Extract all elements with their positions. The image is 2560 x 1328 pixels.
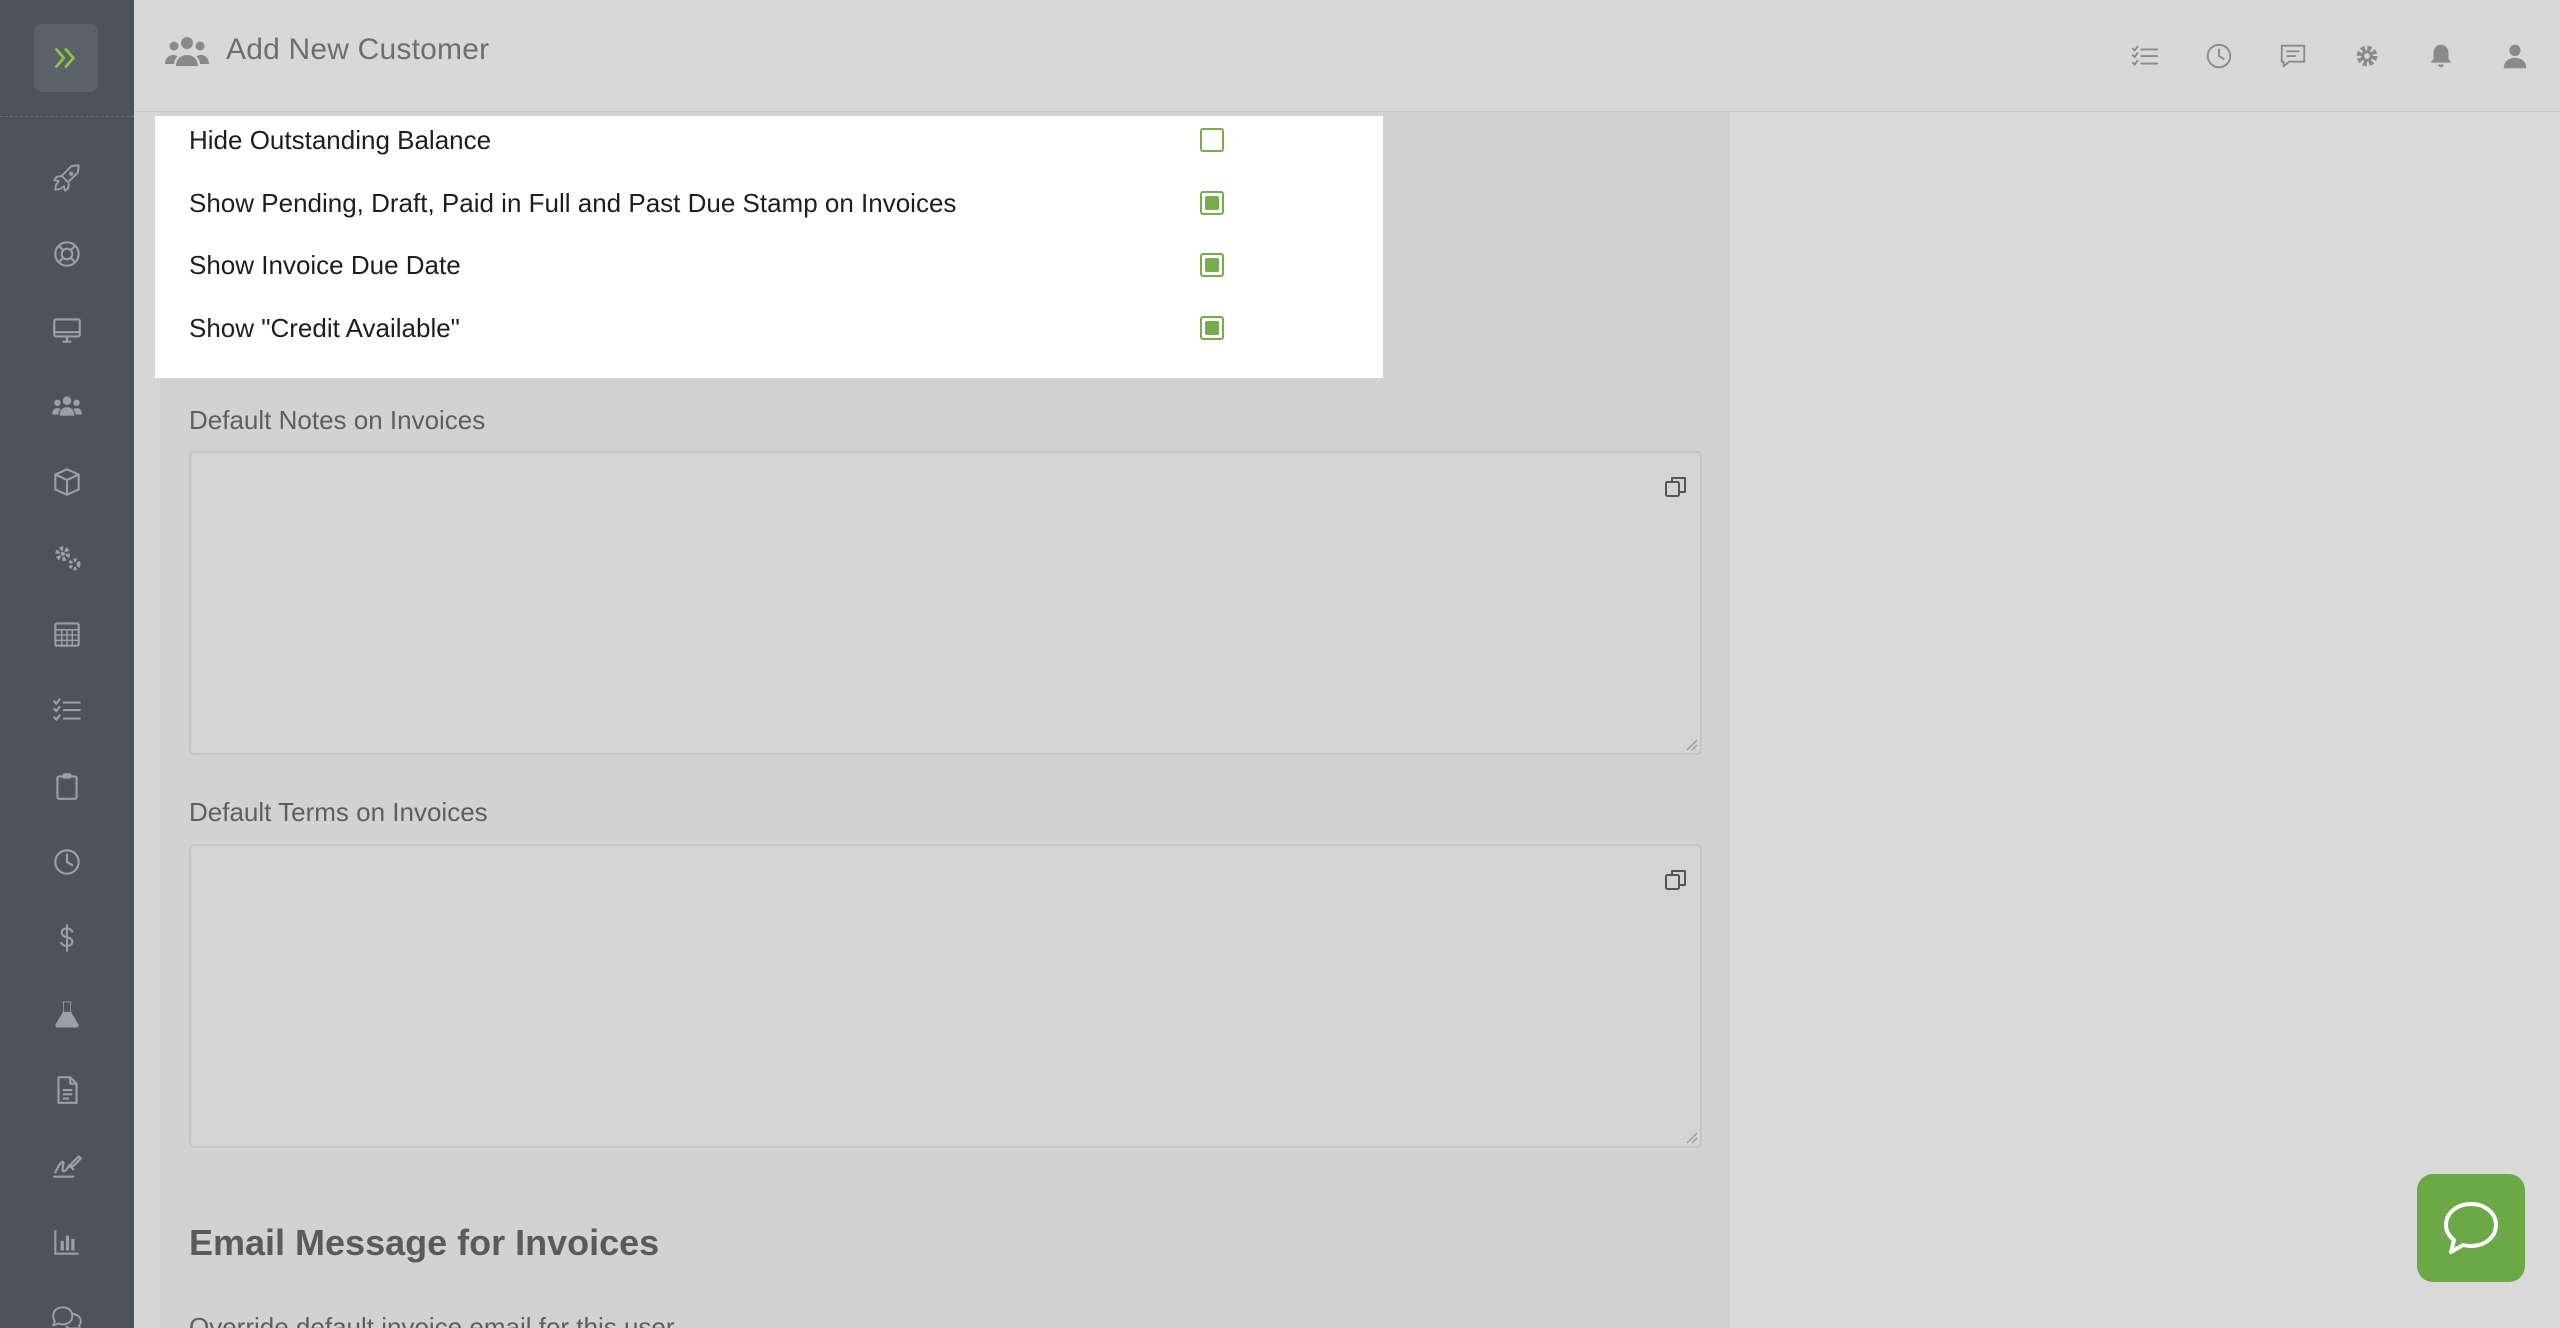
default-notes-textarea[interactable]: [189, 451, 1702, 755]
option-label: Show Pending, Draft, Paid in Full and Pa…: [189, 187, 957, 218]
sidebar-item-chat[interactable]: [0, 1280, 134, 1328]
expand-chevrons-icon: [55, 48, 75, 68]
gears-icon: [55, 546, 81, 571]
dollar-icon: [60, 924, 74, 952]
resize-grip-icon[interactable]: [1684, 737, 1698, 751]
page-title: Add New Customer: [226, 33, 490, 66]
tasks-button[interactable]: [2128, 39, 2162, 73]
sidebar-item-documents[interactable]: [0, 1052, 134, 1128]
settings-button[interactable]: [2350, 39, 2384, 73]
document-icon: [57, 1076, 78, 1104]
messages-button[interactable]: [2276, 39, 2310, 73]
option-label: Show Invoice Due Date: [189, 249, 461, 280]
tasks-icon: [2131, 45, 2159, 66]
notes-label: Default Notes on Invoices: [189, 405, 486, 435]
page-title-group: Add New Customer: [164, 28, 489, 72]
clipboard-icon: [56, 773, 78, 800]
header-actions: [2128, 34, 2532, 78]
messages-icon: [2280, 44, 2306, 68]
signature-icon: [53, 1155, 82, 1178]
calendar-icon: [54, 622, 80, 647]
option-hide-outstanding-balance: Hide Outstanding Balance: [189, 120, 1369, 160]
sidebar-item-billing[interactable]: [0, 900, 134, 976]
sidebar-item-tasks[interactable]: [0, 672, 134, 748]
sidebar-item-support[interactable]: [0, 216, 134, 292]
sidebar-divider: [0, 116, 134, 117]
sidebar-item-dashboard[interactable]: [0, 292, 134, 368]
sidebar-item-services[interactable]: [0, 520, 134, 596]
settings-icon: [2356, 45, 2378, 67]
chat-bubble-icon: [2444, 1202, 2498, 1254]
user-profile-button[interactable]: [2498, 39, 2532, 73]
terms-label: Default Terms on Invoices: [189, 797, 488, 827]
sidebar-item-calendar[interactable]: [0, 596, 134, 672]
checklist-icon: [53, 698, 81, 722]
sidebar-item-launch[interactable]: [0, 140, 134, 216]
option-show-invoice-due-date: Show Invoice Due Date: [189, 245, 1369, 285]
hide-outstanding-balance-checkbox[interactable]: [1200, 128, 1224, 152]
copy-icon[interactable]: [1662, 473, 1690, 501]
show-credit-available-checkbox[interactable]: [1200, 316, 1224, 340]
option-label: Hide Outstanding Balance: [189, 124, 492, 155]
bar-chart-icon: [54, 1230, 79, 1255]
sidebar-item-reports[interactable]: [0, 1204, 134, 1280]
top-bar: Add New Customer: [134, 0, 2560, 112]
sidebar: [0, 0, 134, 1328]
box-icon: [54, 468, 80, 496]
sidebar-item-signatures[interactable]: [0, 1128, 134, 1204]
clock-icon: [54, 849, 80, 875]
rocket-icon: [53, 164, 80, 192]
show-stamp-checkbox[interactable]: [1200, 191, 1224, 215]
invoice-options-panel: Hide Outstanding Balance Show Pending, D…: [155, 116, 1383, 378]
sidebar-item-time[interactable]: [0, 824, 134, 900]
sidebar-item-labs[interactable]: [0, 976, 134, 1052]
show-invoice-due-date-checkbox[interactable]: [1200, 253, 1224, 277]
users-icon: [165, 37, 209, 66]
email-section-heading: Email Message for Invoices: [189, 1222, 660, 1263]
chat-widget-button[interactable]: [2417, 1174, 2525, 1282]
option-show-stamp: Show Pending, Draft, Paid in Full and Pa…: [189, 183, 1369, 223]
flask-icon: [55, 1001, 79, 1028]
sidebar-nav: [0, 140, 134, 1328]
monitor-icon: [53, 318, 81, 343]
right-panel: [1730, 112, 2560, 1328]
sidebar-item-products[interactable]: [0, 444, 134, 520]
override-email-label: Override default invoice email for this …: [189, 1312, 675, 1328]
chat-bubbles-icon: [52, 1306, 82, 1328]
option-label: Show "Credit Available": [189, 312, 460, 343]
sidebar-item-clipboard[interactable]: [0, 748, 134, 824]
default-terms-textarea[interactable]: [189, 844, 1702, 1148]
user-profile-icon: [2503, 44, 2527, 69]
history-icon: [2206, 43, 2232, 69]
option-show-credit-available: Show "Credit Available": [189, 308, 1369, 348]
notifications-button[interactable]: [2424, 39, 2458, 73]
sidebar-item-customers[interactable]: [0, 368, 134, 444]
copy-icon[interactable]: [1662, 866, 1690, 894]
customers-icon: [52, 396, 82, 416]
notifications-icon: [2430, 44, 2452, 68]
lifebuoy-icon: [54, 241, 80, 267]
resize-grip-icon[interactable]: [1684, 1130, 1698, 1144]
sidebar-toggle-button[interactable]: [34, 24, 98, 92]
history-button[interactable]: [2202, 39, 2236, 73]
